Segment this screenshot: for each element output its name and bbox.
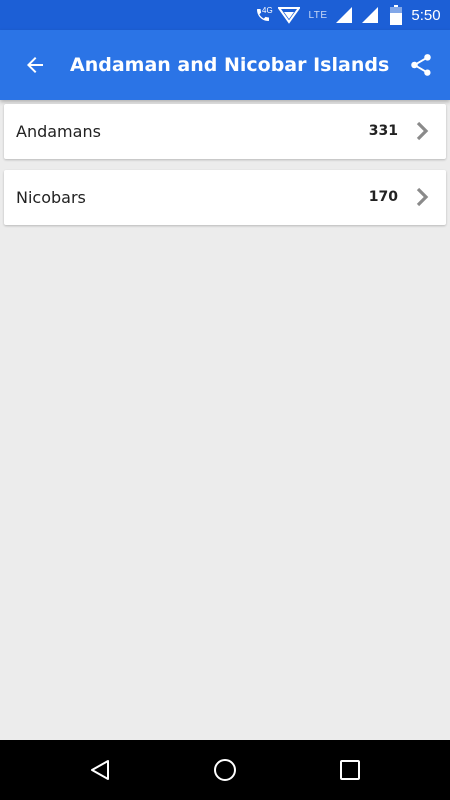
network-type-label: 4G bbox=[262, 6, 273, 15]
wifi-calling-icon bbox=[252, 0, 274, 30]
back-button[interactable] bbox=[12, 42, 58, 88]
battery-icon bbox=[386, 0, 406, 30]
list-item-andamans[interactable]: Andamans 331 bbox=[4, 104, 446, 159]
clock: 5:50 bbox=[411, 6, 441, 24]
list-item-count: 331 bbox=[368, 123, 398, 139]
list-item-nicobars[interactable]: Nicobars 170 bbox=[4, 170, 446, 225]
nav-home-button[interactable] bbox=[203, 748, 247, 792]
hotspot-icon bbox=[276, 0, 302, 30]
list-item-label: Nicobars bbox=[16, 188, 86, 207]
nav-back-button[interactable] bbox=[78, 748, 122, 792]
lte-label: LTE bbox=[308, 9, 328, 21]
chevron-right-icon bbox=[416, 187, 429, 207]
arrow-back-icon bbox=[27, 57, 43, 73]
nav-home-icon bbox=[214, 759, 236, 781]
list-item-count: 170 bbox=[368, 189, 398, 205]
page-title: Andaman and Nicobar Islands bbox=[70, 54, 390, 76]
region-list: Andamans 331 Nicobars 170 bbox=[4, 104, 446, 236]
screen: 4G LTE 5:50 Andaman and Nicobar Islands … bbox=[0, 0, 450, 800]
system-navigation-bar bbox=[0, 740, 450, 800]
signal-strength-2-icon bbox=[359, 0, 381, 30]
share-button[interactable] bbox=[398, 42, 444, 88]
nav-recents-icon bbox=[340, 760, 360, 780]
nav-recents-button[interactable] bbox=[328, 748, 372, 792]
nav-back-icon bbox=[91, 760, 109, 780]
status-bar: 4G LTE 5:50 bbox=[0, 0, 450, 30]
list-item-label: Andamans bbox=[16, 122, 101, 141]
chevron-right-icon bbox=[416, 121, 429, 141]
share-icon bbox=[411, 54, 431, 76]
signal-strength-icon bbox=[333, 0, 355, 30]
app-bar: Andaman and Nicobar Islands bbox=[0, 30, 450, 100]
